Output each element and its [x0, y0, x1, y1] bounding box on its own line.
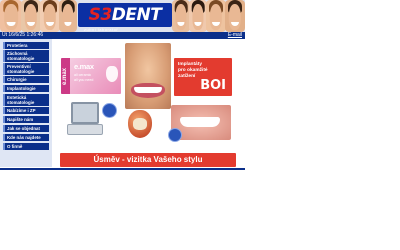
- sidebar-item-protetika[interactable]: Protetiera: [3, 42, 49, 49]
- header-face-photo: [225, 0, 245, 32]
- header-face-photo: [206, 0, 226, 32]
- header-face-photo: [0, 0, 22, 32]
- computer-image: [67, 102, 103, 135]
- logo-main: DENT: [111, 5, 162, 25]
- bottom-divider: [0, 168, 245, 170]
- sidebar-item-napiste-nam[interactable]: Napište nám: [3, 116, 49, 123]
- logo-prefix: S3: [88, 5, 113, 25]
- quality-seal-icon: [102, 103, 117, 118]
- header-face-photo: [59, 0, 77, 32]
- emax-title: e.max: [74, 62, 94, 71]
- header-face-photo: [189, 0, 207, 32]
- boi-line-1: Implantáty: [178, 62, 202, 67]
- slogan-banner: Úsměv - vizitka Vašeho stylu: [60, 153, 236, 167]
- boi-word: BOI: [200, 78, 226, 93]
- sidebar-item-implantologie[interactable]: Implantologie: [3, 85, 49, 92]
- sidebar-item-o-firme[interactable]: O firmě: [3, 143, 49, 150]
- sidebar-item-jak-se-objednat[interactable]: Jak se objednat: [3, 125, 49, 132]
- emax-line-1: all ceramic: [74, 73, 92, 77]
- emax-side-label: e.max: [61, 58, 70, 94]
- quality-seal-icon: [168, 128, 182, 142]
- emax-promo-card[interactable]: e.max e.max all ceramic all you need: [61, 58, 121, 94]
- sidebar-item-zachovna-stomatologie[interactable]: Záchovná stomatologie: [3, 50, 49, 62]
- sidebar-item-chirurgie[interactable]: Chirurgie: [3, 76, 49, 83]
- header-face-photo: [40, 0, 60, 32]
- info-bar: Út 16/6/25 1:26:46 E-mail: [0, 32, 245, 39]
- header-face-photo: [21, 0, 41, 32]
- sidebar-item-preventivni-stomatologie[interactable]: Preventivní stomatologie: [3, 63, 49, 75]
- current-date: Út 16/6/25 1:26:46: [2, 32, 44, 38]
- apple-bite-image: [128, 110, 152, 138]
- sidebar-menu: Protetiera Záchovná stomatologie Prevent…: [0, 39, 52, 167]
- header: S3DENT zubní laboratoř: [0, 0, 245, 32]
- boi-line-3: zatížení: [178, 74, 196, 79]
- sidebar-item-kde-nas-najdete[interactable]: Kde nás najdete: [3, 134, 49, 141]
- boi-implant-promo-card[interactable]: Implantáty pro okamžité zatížení BOI: [174, 58, 232, 96]
- sidebar-item-esteticka-stomatologie[interactable]: Estetická stomatologie: [3, 94, 49, 106]
- tooth-icon: [106, 66, 118, 82]
- main-content: e.max e.max all ceramic all you need Imp…: [55, 40, 242, 170]
- smile-photo: [125, 43, 171, 109]
- sidebar-item-nabizime-zp[interactable]: Nabízíme i ZP: [3, 107, 49, 114]
- site-logo[interactable]: S3DENT: [78, 3, 172, 27]
- emax-line-2: all you need: [74, 78, 94, 82]
- email-link[interactable]: E-mail: [228, 32, 242, 39]
- header-face-photo: [172, 0, 190, 32]
- boi-line-2: pro okamžité: [178, 68, 208, 73]
- website-frame: S3DENT zubní laboratoř Út 16/6/25 1:26:4…: [0, 0, 245, 170]
